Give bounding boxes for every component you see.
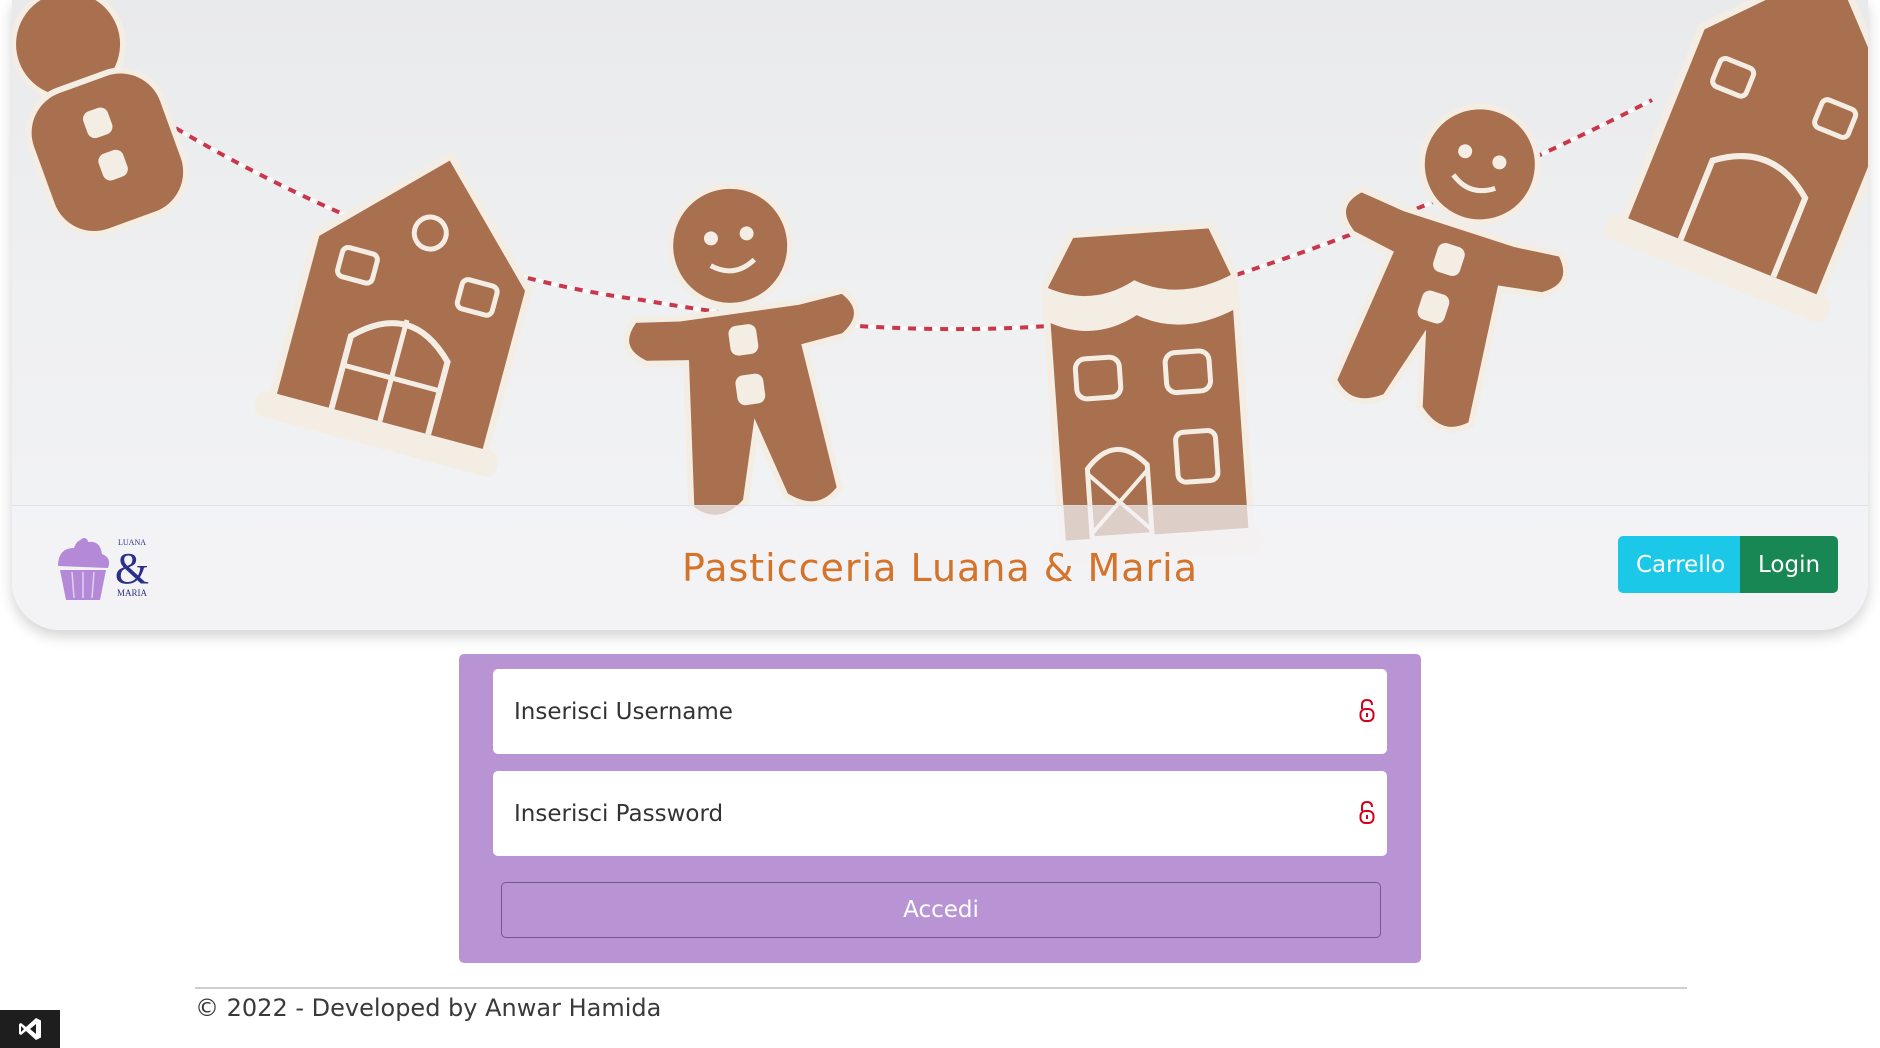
visual-studio-icon[interactable] [0, 1010, 60, 1048]
username-input[interactable] [512, 697, 1336, 726]
navbar: LUANA & MARIA Pasticceria Luana & Maria … [12, 505, 1868, 630]
site-title: Pasticceria Luana & Maria [681, 546, 1199, 590]
nav-buttons: Carrello Login [1618, 536, 1838, 593]
username-field-wrapper [493, 669, 1387, 754]
lock-icon [1359, 699, 1375, 722]
visual-studio-logo-icon [19, 1018, 41, 1040]
page: LUANA & MARIA Pasticceria Luana & Maria … [0, 0, 1880, 1048]
password-input[interactable] [512, 799, 1336, 828]
submit-login-button[interactable]: Accedi [501, 882, 1381, 938]
password-field-wrapper [493, 771, 1387, 856]
footer-copyright: © 2022 - Developed by Anwar Hamida [195, 994, 662, 1022]
footer-divider [195, 987, 1687, 989]
cart-button[interactable]: Carrello [1618, 536, 1740, 593]
login-button[interactable]: Login [1740, 536, 1838, 593]
login-form: Accedi [459, 654, 1421, 963]
lock-icon [1359, 801, 1375, 824]
hero-banner: LUANA & MARIA Pasticceria Luana & Maria … [12, 0, 1868, 630]
